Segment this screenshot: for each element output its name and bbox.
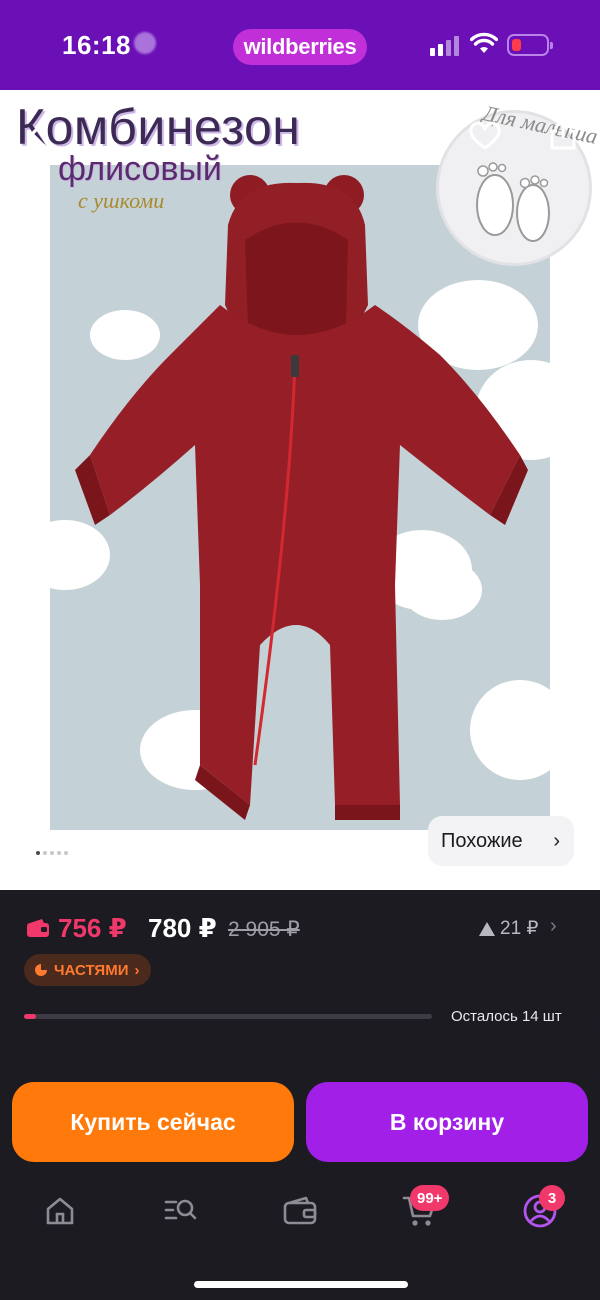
bottom-action-bar: Купить сейчас В корзину 99+ 3 [0,1055,600,1300]
gallery-dots [36,851,68,855]
share-icon [550,118,576,150]
price-change-value: 21 ₽ [500,918,539,939]
similar-button[interactable]: Похожие › [428,816,574,866]
status-bar: 16:18 wildberries [0,0,600,90]
image-title-line2: флисовый [58,150,222,188]
stock-progress [24,1014,432,1019]
signal-icon [430,34,460,56]
status-time: 16:18 [62,30,131,60]
back-button[interactable] [16,112,60,156]
home-icon [46,1197,74,1225]
heart-icon [469,121,501,150]
gallery-dot [43,851,47,855]
favorite-button[interactable] [463,114,507,158]
old-price: 2 905 ₽ [228,918,300,941]
catalog-search-icon [164,1199,197,1220]
chevron-right-icon[interactable]: › [550,915,557,938]
stock-text: Осталось 14 шт [451,1008,562,1025]
price-card: 756 ₽ 780 ₽ 2 905 ₽ 21 ₽ › ЧАСТЯМИ › Ост… [0,890,600,1042]
buy-now-button[interactable]: Купить сейчас [12,1082,294,1162]
wifi-icon [470,32,498,53]
similar-label: Похожие [441,829,523,852]
add-to-cart-button[interactable]: В корзину [306,1082,588,1162]
installments-label: ЧАСТЯМИ [54,961,129,979]
triangle-up-icon [479,921,495,936]
wallet-price: 756 ₽ [58,913,127,943]
price-change[interactable]: 21 ₽ [478,917,539,940]
screen: 16:18 wildberries Комбинезон флисовый с … [0,0,600,1300]
battery-icon [507,34,553,56]
gallery-dot [57,851,61,855]
tab-catalog[interactable] [158,1189,202,1233]
tab-home[interactable] [38,1189,82,1233]
pie-icon [35,964,47,976]
chevron-right-icon: › [134,961,140,979]
stock-progress-fill [24,1014,37,1019]
gallery-dot [64,851,68,855]
image-title-line3: с ушкоми [78,188,165,213]
gallery-dot [36,851,40,855]
wallet-icon [27,919,49,937]
tab-wallet[interactable] [278,1189,322,1233]
cart-badge: 99+ [410,1185,450,1211]
chevron-left-icon [30,120,46,148]
profile-badge: 3 [539,1185,565,1211]
product-gallery[interactable]: Комбинезон флисовый с ушкоми Для малыша [0,90,600,890]
focus-mode-icon [134,32,156,54]
share-button[interactable] [541,112,585,156]
gallery-dot [50,851,54,855]
brand-pill[interactable]: wildberries [233,29,367,65]
installments-badge[interactable]: ЧАСТЯМИ › [24,954,152,986]
wallet-icon [283,1196,317,1225]
chevron-right-icon: › [553,830,560,852]
price: 780 ₽ [148,913,217,943]
home-indicator[interactable] [194,1281,408,1288]
